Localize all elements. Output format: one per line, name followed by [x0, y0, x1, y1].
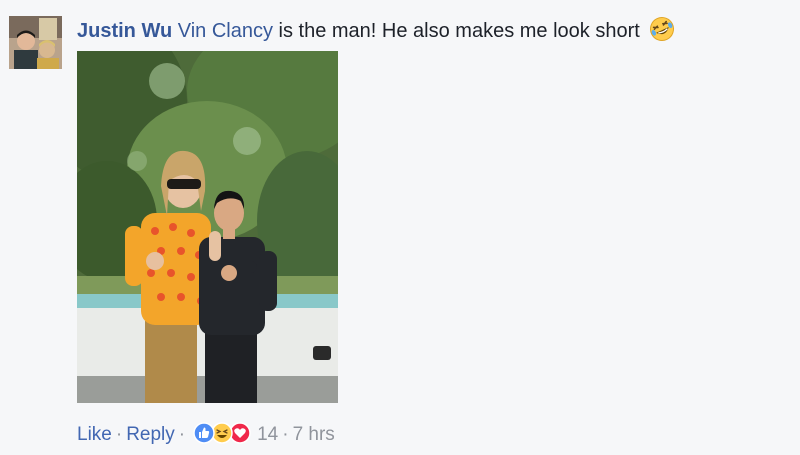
comment-author-link[interactable]: Justin Wu: [77, 20, 172, 42]
mention-link[interactable]: Vin Clancy: [178, 20, 273, 42]
like-link[interactable]: Like: [77, 424, 112, 445]
timestamp[interactable]: 7 hrs: [293, 424, 335, 445]
avatar-image: [9, 16, 62, 69]
reply-link[interactable]: Reply: [126, 424, 175, 445]
photo-image: [77, 51, 338, 403]
separator-dot: ·: [115, 424, 123, 445]
reactions-summary[interactable]: [193, 422, 251, 444]
comment-message: is the man! He also makes me look short: [272, 20, 640, 42]
comment-text: Justin Wu Vin Clancy is the man! He also…: [77, 16, 675, 43]
comment: Justin Wu Vin Clancy is the man! He also…: [0, 0, 800, 455]
avatar[interactable]: [9, 16, 62, 69]
reaction-count[interactable]: 14: [257, 424, 278, 445]
separator-dot: ·: [282, 424, 289, 445]
separator-dot: ·: [178, 424, 186, 445]
comment-actions: Like · Reply · 14 · 7 hrs: [77, 422, 335, 447]
like-reaction-icon: [193, 422, 215, 444]
comment-photo[interactable]: [77, 51, 338, 403]
rolling-on-floor-laughing-emoji-icon: [649, 16, 675, 42]
